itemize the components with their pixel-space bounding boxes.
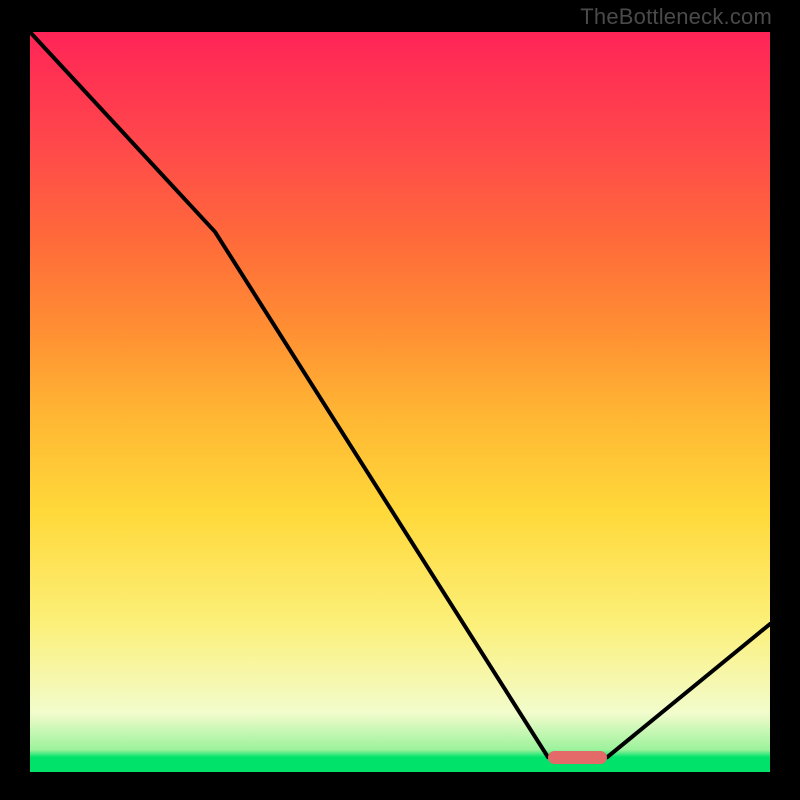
chart-frame (30, 32, 770, 772)
optimal-range-marker (548, 751, 607, 764)
watermark-text: TheBottleneck.com (580, 4, 772, 30)
chart-background-gradient (30, 32, 770, 772)
